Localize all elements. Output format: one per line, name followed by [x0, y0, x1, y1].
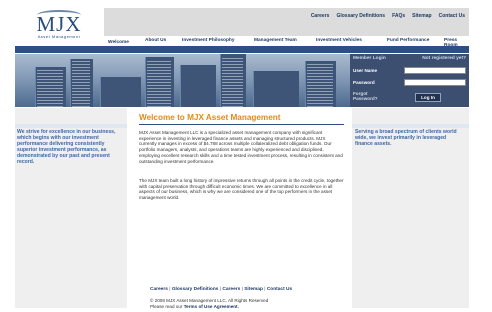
member-login-panel: Member Login Not registered yet? User Na…	[350, 54, 469, 107]
footer-link-glossary[interactable]: Glossary Definitions	[172, 287, 219, 292]
right-band	[352, 124, 469, 128]
title-divider	[139, 124, 344, 125]
page: MJX Asset Management Careers Glossary De…	[15, 8, 469, 309]
nav-welcome-label: Welcome	[108, 40, 129, 45]
hero-skyline-image	[15, 54, 350, 107]
main-nav: › Welcome About Us Investment Philosophy …	[104, 36, 469, 48]
main-content: Welcome to MJX Asset Management MJX Asse…	[127, 108, 352, 309]
footer-link-contact[interactable]: Contact Us	[267, 287, 292, 292]
utility-links: Careers Glossary Definitions FAQs Sitema…	[311, 13, 465, 19]
username-label: User Name	[353, 68, 378, 73]
copyright-text: © 2008 MJX Asset Management LLC. All Rig…	[150, 298, 269, 303]
footer-link-careers[interactable]: Careers	[150, 287, 168, 292]
logo-swoosh-icon	[37, 10, 81, 20]
username-input[interactable]	[404, 67, 466, 74]
left-tagline: We strive for excellence in our business…	[17, 129, 116, 165]
mjx-logo[interactable]: MJX Asset Management	[15, 8, 103, 45]
right-tagline: Serving a broad spectrum of clients worl…	[355, 129, 457, 147]
top-link-sitemap[interactable]: Sitemap	[412, 13, 431, 19]
team-paragraph: The MJX team built a long history of imp…	[139, 178, 344, 201]
terms-link[interactable]: Terms of Use Agreement.	[184, 304, 239, 309]
nav-investment-vehicles[interactable]: Investment Vehicles	[316, 38, 362, 43]
top-bar: Careers Glossary Definitions FAQs Sitema…	[104, 8, 469, 36]
nav-fund-performance[interactable]: Fund Performance	[387, 38, 429, 43]
logo-subtitle: Asset Management	[37, 34, 81, 39]
top-link-glossary[interactable]: Glossary Definitions	[336, 13, 385, 19]
right-sidebar: Serving a broad spectrum of clients worl…	[352, 108, 469, 308]
page-title: Welcome to MJX Asset Management	[139, 113, 281, 122]
footer-link-sitemap[interactable]: Sitemap	[244, 287, 263, 292]
copyright: © 2008 MJX Asset Management LLC. All Rig…	[150, 298, 268, 309]
intro-paragraph: MJX Asset Management LLC is a specialize…	[139, 130, 343, 164]
top-link-faqs[interactable]: FAQs	[392, 13, 405, 19]
top-link-contact[interactable]: Contact Us	[439, 13, 465, 19]
footer-links: Careers | Glossary Definitions | Careers…	[150, 287, 292, 292]
password-input[interactable]	[404, 79, 466, 86]
nav-investment-philosophy[interactable]: Investment Philosophy	[182, 38, 235, 43]
footer-link-careers-2[interactable]: Careers	[222, 287, 240, 292]
terms-prefix: Please read our	[150, 303, 183, 309]
left-sidebar: We strive for excellence in our business…	[15, 108, 127, 308]
top-link-careers[interactable]: Careers	[311, 13, 330, 19]
nav-divider	[15, 46, 469, 53]
register-link[interactable]: Not registered yet?	[422, 56, 466, 61]
login-button[interactable]: Log In	[415, 93, 441, 102]
nav-about-us[interactable]: About Us	[145, 38, 166, 43]
nav-management-team[interactable]: Management Team	[254, 38, 297, 43]
left-band	[15, 124, 127, 128]
member-login-title: Member Login	[353, 56, 386, 61]
password-label: Password	[353, 80, 375, 85]
forgot-password-link[interactable]: Forgot Password?	[353, 91, 378, 101]
